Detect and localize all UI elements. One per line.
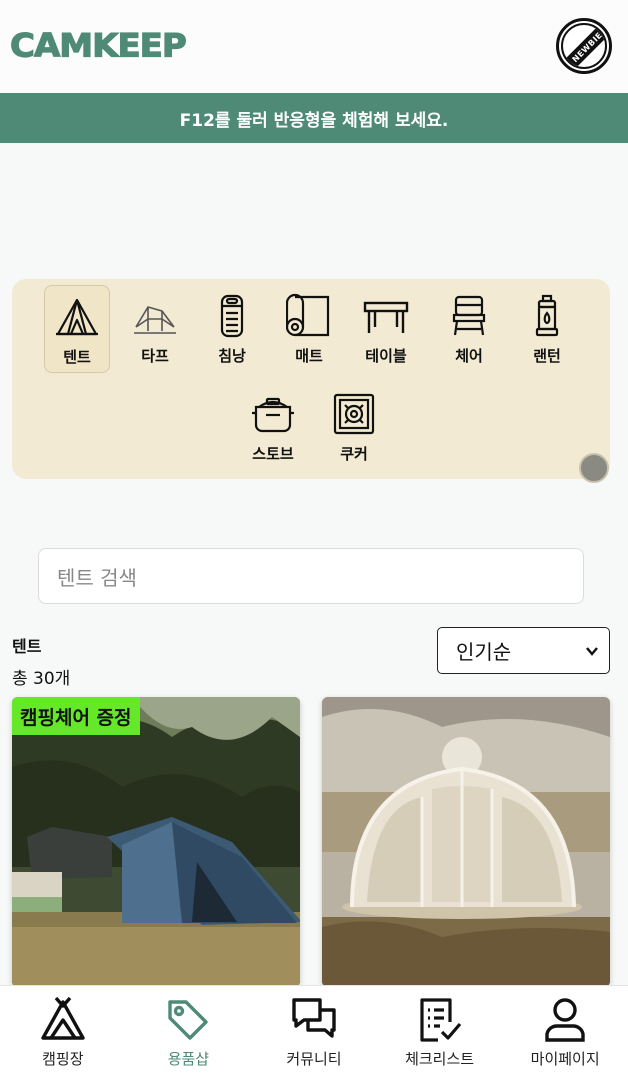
nav-mypage[interactable]: 마이페이지 <box>502 986 628 1078</box>
app-page: CAMKEEP NEWBIE F12를 둘러 반응형을 체험해 보세요. 텐트 … <box>0 0 628 1078</box>
scroll-handle[interactable] <box>579 453 609 483</box>
promo-badge: 캠핑체어 증정 <box>12 697 140 735</box>
chat-icon <box>292 998 336 1038</box>
badge-label: NEWBIE <box>563 25 605 67</box>
tarp-icon <box>134 306 176 334</box>
nav-label: 캠핑장 <box>42 1050 84 1068</box>
nav-campsite[interactable]: 캠핑장 <box>0 986 126 1078</box>
tag-icon <box>168 1000 209 1040</box>
mat-icon <box>286 293 330 337</box>
cooker-icon <box>333 393 375 435</box>
category-label: 테이블 <box>365 347 407 365</box>
dome-screen-tent-photo <box>322 697 610 987</box>
result-count: 총 30개 <box>12 669 71 689</box>
nav-label: 용품샵 <box>167 1050 210 1068</box>
sort-selected: 인기순 <box>456 640 512 664</box>
nav-label: 마이페이지 <box>530 1050 600 1068</box>
category-label: 침낭 <box>218 347 246 365</box>
lantern-icon <box>535 294 559 337</box>
checklist-icon <box>419 998 461 1042</box>
nav-community[interactable]: 커뮤니티 <box>251 986 377 1078</box>
category-label: 랜턴 <box>533 347 561 365</box>
category-tarp[interactable]: 타프 <box>122 285 188 373</box>
chevron-down-icon <box>586 647 598 656</box>
category-tent[interactable]: 텐트 <box>44 285 110 373</box>
sort-select[interactable]: 인기순 <box>437 627 610 674</box>
category-sleeping-bag[interactable]: 침낭 <box>199 285 265 373</box>
stove-icon <box>252 397 294 433</box>
info-banner: F12를 둘러 반응형을 체험해 보세요. <box>0 93 628 143</box>
category-mat[interactable]: 매트 <box>276 285 342 373</box>
blue-tent-campsite-photo <box>12 697 300 987</box>
sleeping-bag-icon <box>220 294 244 338</box>
table-icon <box>363 301 409 333</box>
category-label: 타프 <box>141 347 169 365</box>
product-card[interactable]: 캠핑체어 증정 <box>12 697 300 987</box>
category-label: 스토브 <box>252 445 294 463</box>
category-stove[interactable]: 스토브 <box>240 383 306 471</box>
search-input[interactable]: 텐트 검색 <box>38 548 584 604</box>
nav-shop[interactable]: 용품샵 <box>126 986 252 1078</box>
user-icon <box>545 998 585 1042</box>
category-lantern[interactable]: 랜턴 <box>514 285 580 373</box>
bottom-nav: 캠핑장 용품샵 커뮤니티 체크리스트 마이페이지 <box>0 985 628 1078</box>
category-table[interactable]: 테이블 <box>353 285 419 373</box>
category-label: 쿠커 <box>340 445 368 463</box>
header: CAMKEEP NEWBIE <box>0 0 628 93</box>
category-label: 텐트 <box>63 348 91 366</box>
tent-icon <box>41 996 85 1040</box>
category-chair[interactable]: 체어 <box>436 285 502 373</box>
category-panel: 텐트 타프 침낭 매트 테이블 체어 랜턴 스토브 쿠커 <box>12 279 610 483</box>
nav-label: 커뮤니티 <box>286 1050 342 1068</box>
category-label: 체어 <box>455 347 483 365</box>
nav-label: 체크리스트 <box>405 1050 475 1068</box>
tent-icon <box>56 298 98 336</box>
nav-checklist[interactable]: 체크리스트 <box>377 986 503 1078</box>
newbie-badge-icon[interactable]: NEWBIE <box>556 18 612 74</box>
chair-icon <box>452 295 486 336</box>
product-card[interactable] <box>322 697 610 987</box>
category-cooker[interactable]: 쿠커 <box>321 383 387 471</box>
category-label: 매트 <box>295 347 323 365</box>
camkeep-logo[interactable]: CAMKEEP <box>9 26 187 65</box>
result-category: 텐트 <box>12 637 42 656</box>
